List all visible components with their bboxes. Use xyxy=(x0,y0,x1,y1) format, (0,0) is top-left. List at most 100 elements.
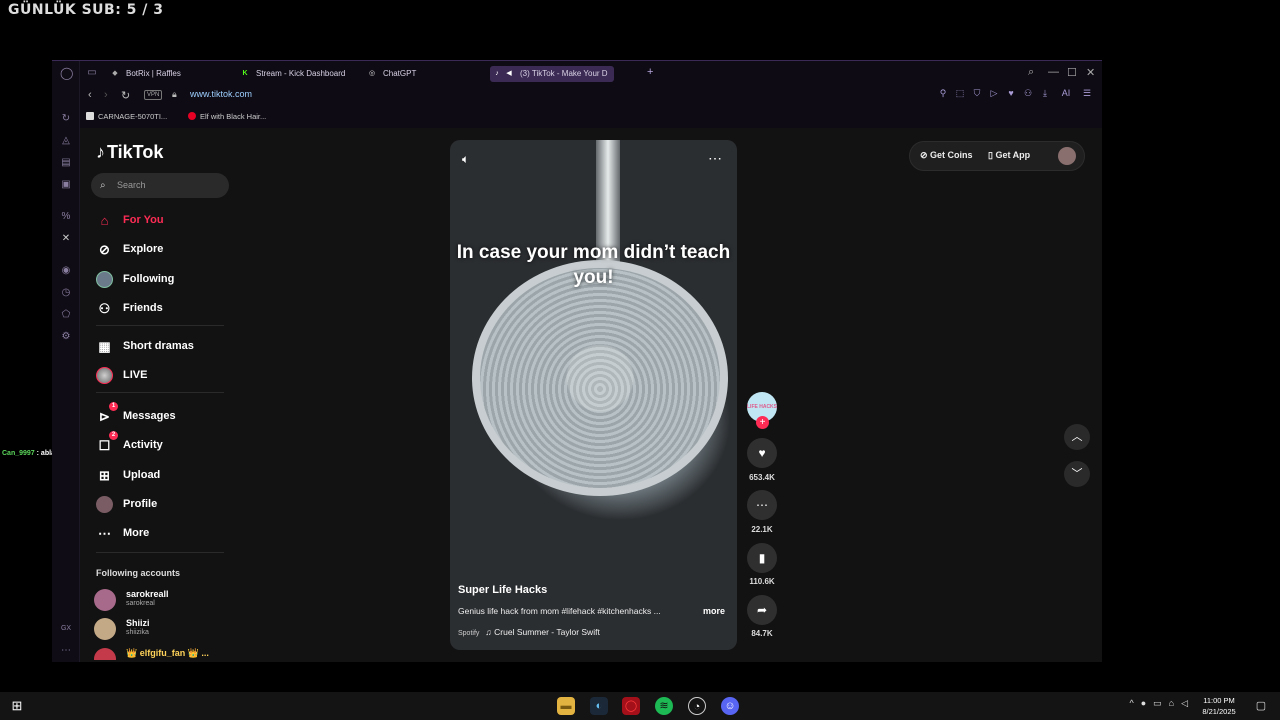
nav-more[interactable]: ⋯ More xyxy=(96,523,149,543)
account-sarokreall[interactable]: sarokreall sarokreal xyxy=(94,587,234,613)
previous-video-button[interactable]: ︿ xyxy=(1064,424,1090,450)
reload-icon[interactable]: ↻ xyxy=(121,89,130,102)
friends-icon: ⚇ xyxy=(98,301,111,316)
download-icon[interactable]: ⤓ xyxy=(1040,88,1050,99)
file-explorer-icon[interactable]: ▬ xyxy=(557,697,575,715)
search-input[interactable]: ⌕ Search xyxy=(91,173,229,198)
vpn-badge[interactable]: VPN xyxy=(144,90,163,100)
video-more-link[interactable]: more xyxy=(703,606,725,616)
bookmark-label: Elf with Black Hair... xyxy=(200,112,267,121)
wallet-icon[interactable]: ▤ xyxy=(60,157,72,169)
get-coins-label: Get Coins xyxy=(930,150,973,160)
aria-icon[interactable]: ◬ xyxy=(60,135,72,147)
volume-icon[interactable]: 🔈︎ xyxy=(462,152,469,167)
gx-icon[interactable]: GX xyxy=(60,623,72,635)
account-icon[interactable]: ⚇ xyxy=(1023,88,1033,99)
forward-icon[interactable]: › xyxy=(104,89,108,101)
percent-icon[interactable]: % xyxy=(60,211,72,223)
refresh-panel-icon[interactable]: ↻ xyxy=(60,113,72,125)
nav-divider xyxy=(96,392,224,393)
ai-button[interactable]: AI xyxy=(1057,88,1075,99)
system-clock[interactable]: 11:00 PM 8/21/2025 xyxy=(1196,695,1242,717)
like-button[interactable]: ♥ xyxy=(747,438,777,468)
opera-logo-icon[interactable]: ◯ xyxy=(60,67,73,79)
get-app-button[interactable]: ▯ Get App xyxy=(988,150,1030,161)
tab-tiktok[interactable]: ♪ ◀ (3) TikTok - Make Your D xyxy=(490,66,614,82)
nav-profile[interactable]: Profile xyxy=(96,494,157,514)
nav-following[interactable]: Following xyxy=(96,269,174,289)
search-tabs-icon[interactable]: ⌕ xyxy=(1028,66,1034,79)
messages-badge: 1 xyxy=(109,402,118,411)
discord-icon[interactable]: ☺ xyxy=(721,697,739,715)
tab-kick[interactable]: K Stream - Kick Dashboard xyxy=(238,66,363,82)
user-avatar[interactable] xyxy=(1058,147,1076,165)
account-handle: sarokreal xyxy=(126,600,155,607)
windows-start-icon[interactable]: ⊞ xyxy=(8,697,26,715)
video-author[interactable]: Super Life Hacks xyxy=(458,584,547,596)
share-button[interactable]: ➦ xyxy=(747,595,777,625)
nav-label: Messages xyxy=(123,410,176,422)
tab-label: (3) TikTok - Make Your D xyxy=(520,69,608,78)
spotify-icon[interactable]: ≋ xyxy=(655,697,673,715)
tab-chatgpt[interactable]: ◎ ChatGPT xyxy=(365,66,490,82)
nav-explore[interactable]: ⊘ Explore xyxy=(96,239,163,259)
nav-for-you[interactable]: ⌂ For You xyxy=(96,210,164,230)
volume-tray-icon[interactable]: ◁ xyxy=(1181,698,1188,709)
bookmark-carnage[interactable]: CARNAGE-5070TI... xyxy=(86,112,167,121)
messenger-icon[interactable]: ▣ xyxy=(60,179,72,191)
nav-friends[interactable]: ⚇ Friends xyxy=(96,298,163,318)
nav-short-dramas[interactable]: ▦ Short dramas xyxy=(96,336,194,356)
spotify-label: Spotify xyxy=(458,630,480,637)
video-player[interactable]: In case your mom didn’t teach you! 🔈︎ ⋯ … xyxy=(450,140,737,650)
x-twitter-icon[interactable]: ✕ xyxy=(60,233,72,245)
player-icon[interactable]: ◉ xyxy=(60,265,72,277)
new-tab-button[interactable]: + xyxy=(647,66,653,78)
tab-botrix[interactable]: ◆ BotRix | Raffles xyxy=(108,66,233,82)
maximize-button[interactable]: ☐ xyxy=(1067,66,1077,79)
account-shiizi[interactable]: Shiizi shiizika xyxy=(94,616,234,642)
nav-messages[interactable]: ⊳ 1 Messages xyxy=(96,402,176,426)
steam-icon[interactable]: ◐ xyxy=(590,697,608,715)
url-input[interactable]: www.tiktok.com xyxy=(190,89,252,99)
account-elfgifu[interactable]: 👑 elfgifu_fan 👑 ... xyxy=(94,646,234,660)
lock-icon[interactable]: 🔒︎ xyxy=(172,89,177,100)
nav-label: LIVE xyxy=(123,369,148,381)
obs-icon[interactable]: ◔ xyxy=(688,697,706,715)
minimize-button[interactable]: — xyxy=(1048,66,1059,78)
back-icon[interactable]: ‹ xyxy=(88,89,92,101)
video-music[interactable]: Spotify ♫ Cruel Summer - Taylor Swift xyxy=(458,627,600,637)
play-icon[interactable]: ▷ xyxy=(989,88,999,99)
nav-activity[interactable]: ☐ 2 Activity xyxy=(96,431,163,455)
nav-upload[interactable]: ⊞ Upload xyxy=(96,465,160,485)
shield-icon[interactable]: ⛉ xyxy=(972,88,982,99)
display-icon[interactable]: ▭ xyxy=(1153,698,1162,709)
settings-gear-icon[interactable]: ⚙ xyxy=(60,331,72,343)
tiktok-logo[interactable]: ♪ TikTok xyxy=(96,142,163,163)
notifications-icon[interactable]: ▢ xyxy=(1252,697,1270,715)
account-name: sarokreall xyxy=(126,589,169,599)
snapshot-icon[interactable]: ⬚ xyxy=(955,88,965,99)
history-icon[interactable]: ◷ xyxy=(60,287,72,299)
menu-icon[interactable]: ☰ xyxy=(1082,88,1092,99)
nav-live[interactable]: LIVE xyxy=(96,365,147,385)
tray-chevron-icon[interactable]: ^ xyxy=(1129,698,1133,709)
follow-plus-button[interactable]: + xyxy=(756,416,769,429)
tab-overview-icon[interactable]: ▭ xyxy=(86,67,98,79)
network-icon[interactable]: ⌂ xyxy=(1169,698,1174,709)
microphone-icon[interactable]: ● xyxy=(1141,698,1146,709)
get-coins-button[interactable]: ⊘ Get Coins xyxy=(920,150,973,161)
close-window-button[interactable]: ✕ xyxy=(1086,66,1095,79)
more-dots-icon[interactable]: ⋯ xyxy=(60,645,72,657)
pin-icon[interactable]: ⚲ xyxy=(938,88,948,99)
bookmark-favicon-icon xyxy=(86,112,94,120)
bookmark-elf[interactable]: Elf with Black Hair... xyxy=(188,112,266,121)
video-more-options-icon[interactable]: ⋯ xyxy=(708,150,723,167)
opera-gx-icon[interactable]: ◯ xyxy=(622,697,640,715)
kick-icon: K xyxy=(242,70,248,77)
comment-button[interactable]: ⋯ xyxy=(747,490,777,520)
next-video-button[interactable]: ﹀ xyxy=(1064,461,1090,487)
heart-icon[interactable]: ♥ xyxy=(1006,88,1016,99)
save-button[interactable]: ▮ xyxy=(747,543,777,573)
extensions-icon[interactable]: ⬠ xyxy=(60,309,72,321)
search-placeholder: Search xyxy=(117,180,146,190)
